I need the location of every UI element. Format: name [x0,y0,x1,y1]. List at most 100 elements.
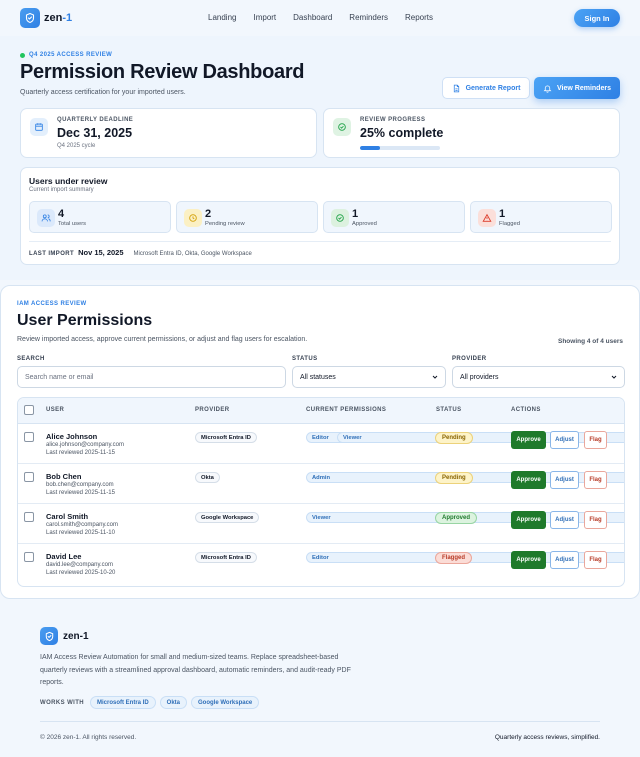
provider-filter-select[interactable]: All providers [452,366,625,388]
table-row: Carol Smith carol.smith@company.com Last… [18,504,624,544]
users-review-title: Users under review [29,176,108,186]
chevron-down-icon [432,375,438,379]
divider [29,241,611,242]
user-email: david.lee@company.com [46,562,114,568]
users-icon [37,209,55,227]
section-subtitle: Review imported access, approve current … [17,336,308,343]
section-eyebrow: IAM ACCESS REVIEW [17,301,87,307]
nav-link-reports[interactable]: Reports [405,13,433,22]
user-email: carol.smith@company.com [46,522,118,528]
adjust-button[interactable]: Adjust [550,431,579,449]
status-badge: Pending [435,432,473,444]
last-import-sources: Microsoft Entra ID, Okta, Google Workspa… [133,251,252,257]
warning-icon [478,209,496,227]
generate-report-button[interactable]: Generate Report [442,77,530,99]
progress-value: 25% complete [360,126,444,140]
nav-links: Landing Import Dashboard Reminders Repor… [208,13,450,22]
select-all-checkbox[interactable] [24,405,34,415]
last-import-label: LAST IMPORT [29,251,75,257]
flag-button[interactable]: Flag [584,551,607,569]
row-checkbox[interactable] [24,432,34,442]
permission-badge: Viewer [337,432,624,443]
integration-chip: Microsoft Entra ID [90,696,156,709]
users-under-review-card: Users under review Current import summar… [20,167,620,265]
stat-approved: 1 Approved [323,201,465,233]
nav-link-landing[interactable]: Landing [208,13,236,22]
user-name: Carol Smith [46,512,89,521]
stat-number: 2 [205,208,212,220]
provider-badge: Okta [195,472,220,483]
provider-badge: Google Workspace [195,512,260,523]
stat-number: 1 [352,208,359,220]
stat-label: Total users [58,221,87,227]
nav-link-import[interactable]: Import [253,13,276,22]
stat-flagged: 1 Flagged [470,201,612,233]
chevron-down-icon [611,375,617,379]
stat-label: Flagged [499,221,520,227]
flag-button[interactable]: Flag [584,471,607,489]
adjust-button[interactable]: Adjust [550,511,579,529]
status-filter-label: STATUS [292,356,318,362]
user-name: Bob Chen [46,472,82,481]
table-row: David Lee david.lee@company.com Last rev… [18,544,624,584]
nav-link-reminders[interactable]: Reminders [349,13,388,22]
approve-button[interactable]: Approve [511,431,546,449]
footer-description: IAM Access Review Automation for small a… [40,654,351,686]
adjust-button[interactable]: Adjust [550,551,579,569]
status-filter-select[interactable]: All statuses [292,366,446,388]
section-title: User Permissions [17,312,153,329]
user-email: alice.johnson@company.com [46,442,125,448]
copyright: © 2026 zen-1. All rights reserved. [40,734,137,741]
document-icon [453,84,459,92]
provider-filter-label: PROVIDER [452,356,487,362]
progress-bar [360,146,440,150]
stat-label: Pending review [205,221,245,227]
provider-badge: Microsoft Entra ID [195,432,257,443]
flag-button[interactable]: Flag [584,431,607,449]
column-header-status: STATUS [436,407,462,413]
deadline-card: QUARTERLY DEADLINE Dec 31, 2025 Q4 2025 … [20,108,317,158]
user-last-reviewed: Last reviewed 2025-11-15 [46,450,115,456]
row-checkbox[interactable] [24,512,34,522]
approve-button[interactable]: Approve [511,471,546,489]
view-reminders-button[interactable]: View Reminders [534,77,620,99]
user-last-reviewed: Last reviewed 2025-10-20 [46,570,116,576]
deadline-value: Dec 31, 2025 [57,126,133,140]
table-header: USER PROVIDER CURRENT PERMISSIONS STATUS… [18,398,624,424]
table-row: Bob Chen bob.chen@company.com Last revie… [18,464,624,504]
user-name: Alice Johnson [46,432,98,441]
page-subtitle: Quarterly access certification for your … [20,89,186,96]
approve-button[interactable]: Approve [511,551,546,569]
stat-pending-review: 2 Pending review [176,201,318,233]
footer-divider [40,721,600,722]
stat-number: 1 [499,208,506,220]
clock-icon [184,209,202,227]
stat-number: 4 [58,208,65,220]
check-circle-icon [331,209,349,227]
nav-link-dashboard[interactable]: Dashboard [293,13,332,22]
progress-bar-fill [360,146,380,150]
column-header-actions: ACTIONS [511,407,541,413]
deadline-sub: Q4 2025 cycle [57,143,96,149]
user-email: bob.chen@company.com [46,482,114,488]
table-row: Alice Johnson alice.johnson@company.com … [18,424,624,464]
adjust-button[interactable]: Adjust [550,471,579,489]
approve-button[interactable]: Approve [511,511,546,529]
shield-logo-icon[interactable] [20,8,40,28]
footer-brand-name: zen-1 [63,631,89,642]
user-last-reviewed: Last reviewed 2025-11-10 [46,530,115,536]
row-checkbox[interactable] [24,552,34,562]
status-badge: Pending [435,472,473,484]
search-label: SEARCH [17,356,45,362]
check-circle-icon [333,118,351,136]
brand-name[interactable]: zen-1 [44,12,72,24]
sign-in-button[interactable]: Sign In [574,9,620,27]
shield-logo-icon [40,627,58,645]
last-import-date: Nov 15, 2025 [78,248,124,257]
progress-label: REVIEW PROGRESS [360,117,426,123]
row-checkbox[interactable] [24,472,34,482]
user-name: David Lee [46,552,82,561]
search-input[interactable]: Search name or email [17,366,286,388]
flag-button[interactable]: Flag [584,511,607,529]
status-dot [20,52,25,58]
